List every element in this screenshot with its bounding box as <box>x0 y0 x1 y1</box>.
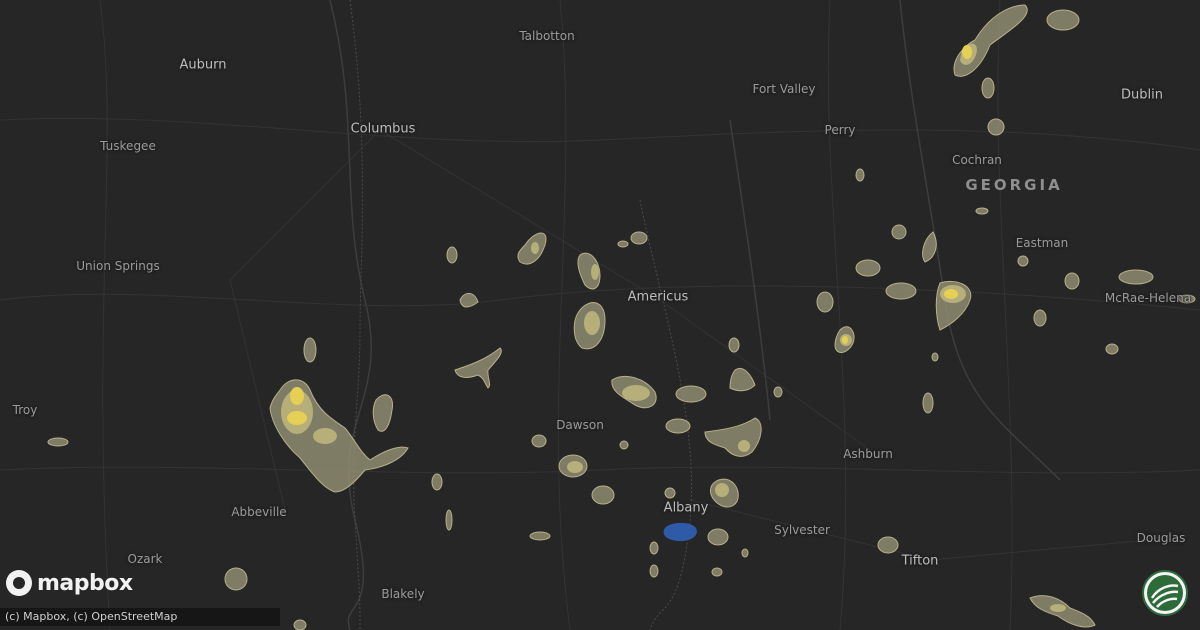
city-label-union-springs: Union Springs <box>76 259 160 273</box>
water-body <box>663 522 697 542</box>
hail-swaths-layer <box>47 4 1196 630</box>
mapbox-logo-icon <box>6 570 32 596</box>
city-label-columbus: Columbus <box>350 121 416 137</box>
city-label-perry: Perry <box>824 123 856 137</box>
city-label-dublin: Dublin <box>1121 87 1163 103</box>
city-label-sylvester: Sylvester <box>774 523 830 537</box>
state-label: GEORGIA <box>965 176 1063 194</box>
city-label-albany: Albany <box>663 500 709 516</box>
map[interactable]: Talbotton Auburn Columbus Fort Valley Du… <box>0 0 1200 630</box>
city-label-blakely: Blakely <box>381 587 425 601</box>
brand-badge-icon <box>1142 570 1188 616</box>
city-label-mcrae-helena: McRae-Helena <box>1104 291 1192 305</box>
city-label-dawson: Dawson <box>556 418 604 432</box>
city-label-tuskegee: Tuskegee <box>100 139 156 153</box>
city-label-eastman: Eastman <box>1015 236 1069 250</box>
city-label-troy: Troy <box>12 403 38 417</box>
city-label-tifton: Tifton <box>901 553 939 569</box>
city-label-abbeville: Abbeville <box>231 505 287 519</box>
city-label-talbotton: Talbotton <box>519 29 575 43</box>
city-label-ozark: Ozark <box>127 552 163 566</box>
city-label-cochran: Cochran <box>952 153 1002 167</box>
mapbox-logo-text: mapbox <box>37 570 133 596</box>
city-label-ashburn: Ashburn <box>843 447 893 461</box>
city-label-americus: Americus <box>627 289 689 305</box>
map-attribution[interactable]: (c) Mapbox, (c) OpenStreetMap <box>0 608 280 626</box>
mapbox-logo[interactable]: mapbox <box>6 570 133 596</box>
city-label-auburn: Auburn <box>179 57 227 73</box>
city-label-douglas: Douglas <box>1136 531 1186 545</box>
city-label-fort-valley: Fort Valley <box>752 82 816 96</box>
